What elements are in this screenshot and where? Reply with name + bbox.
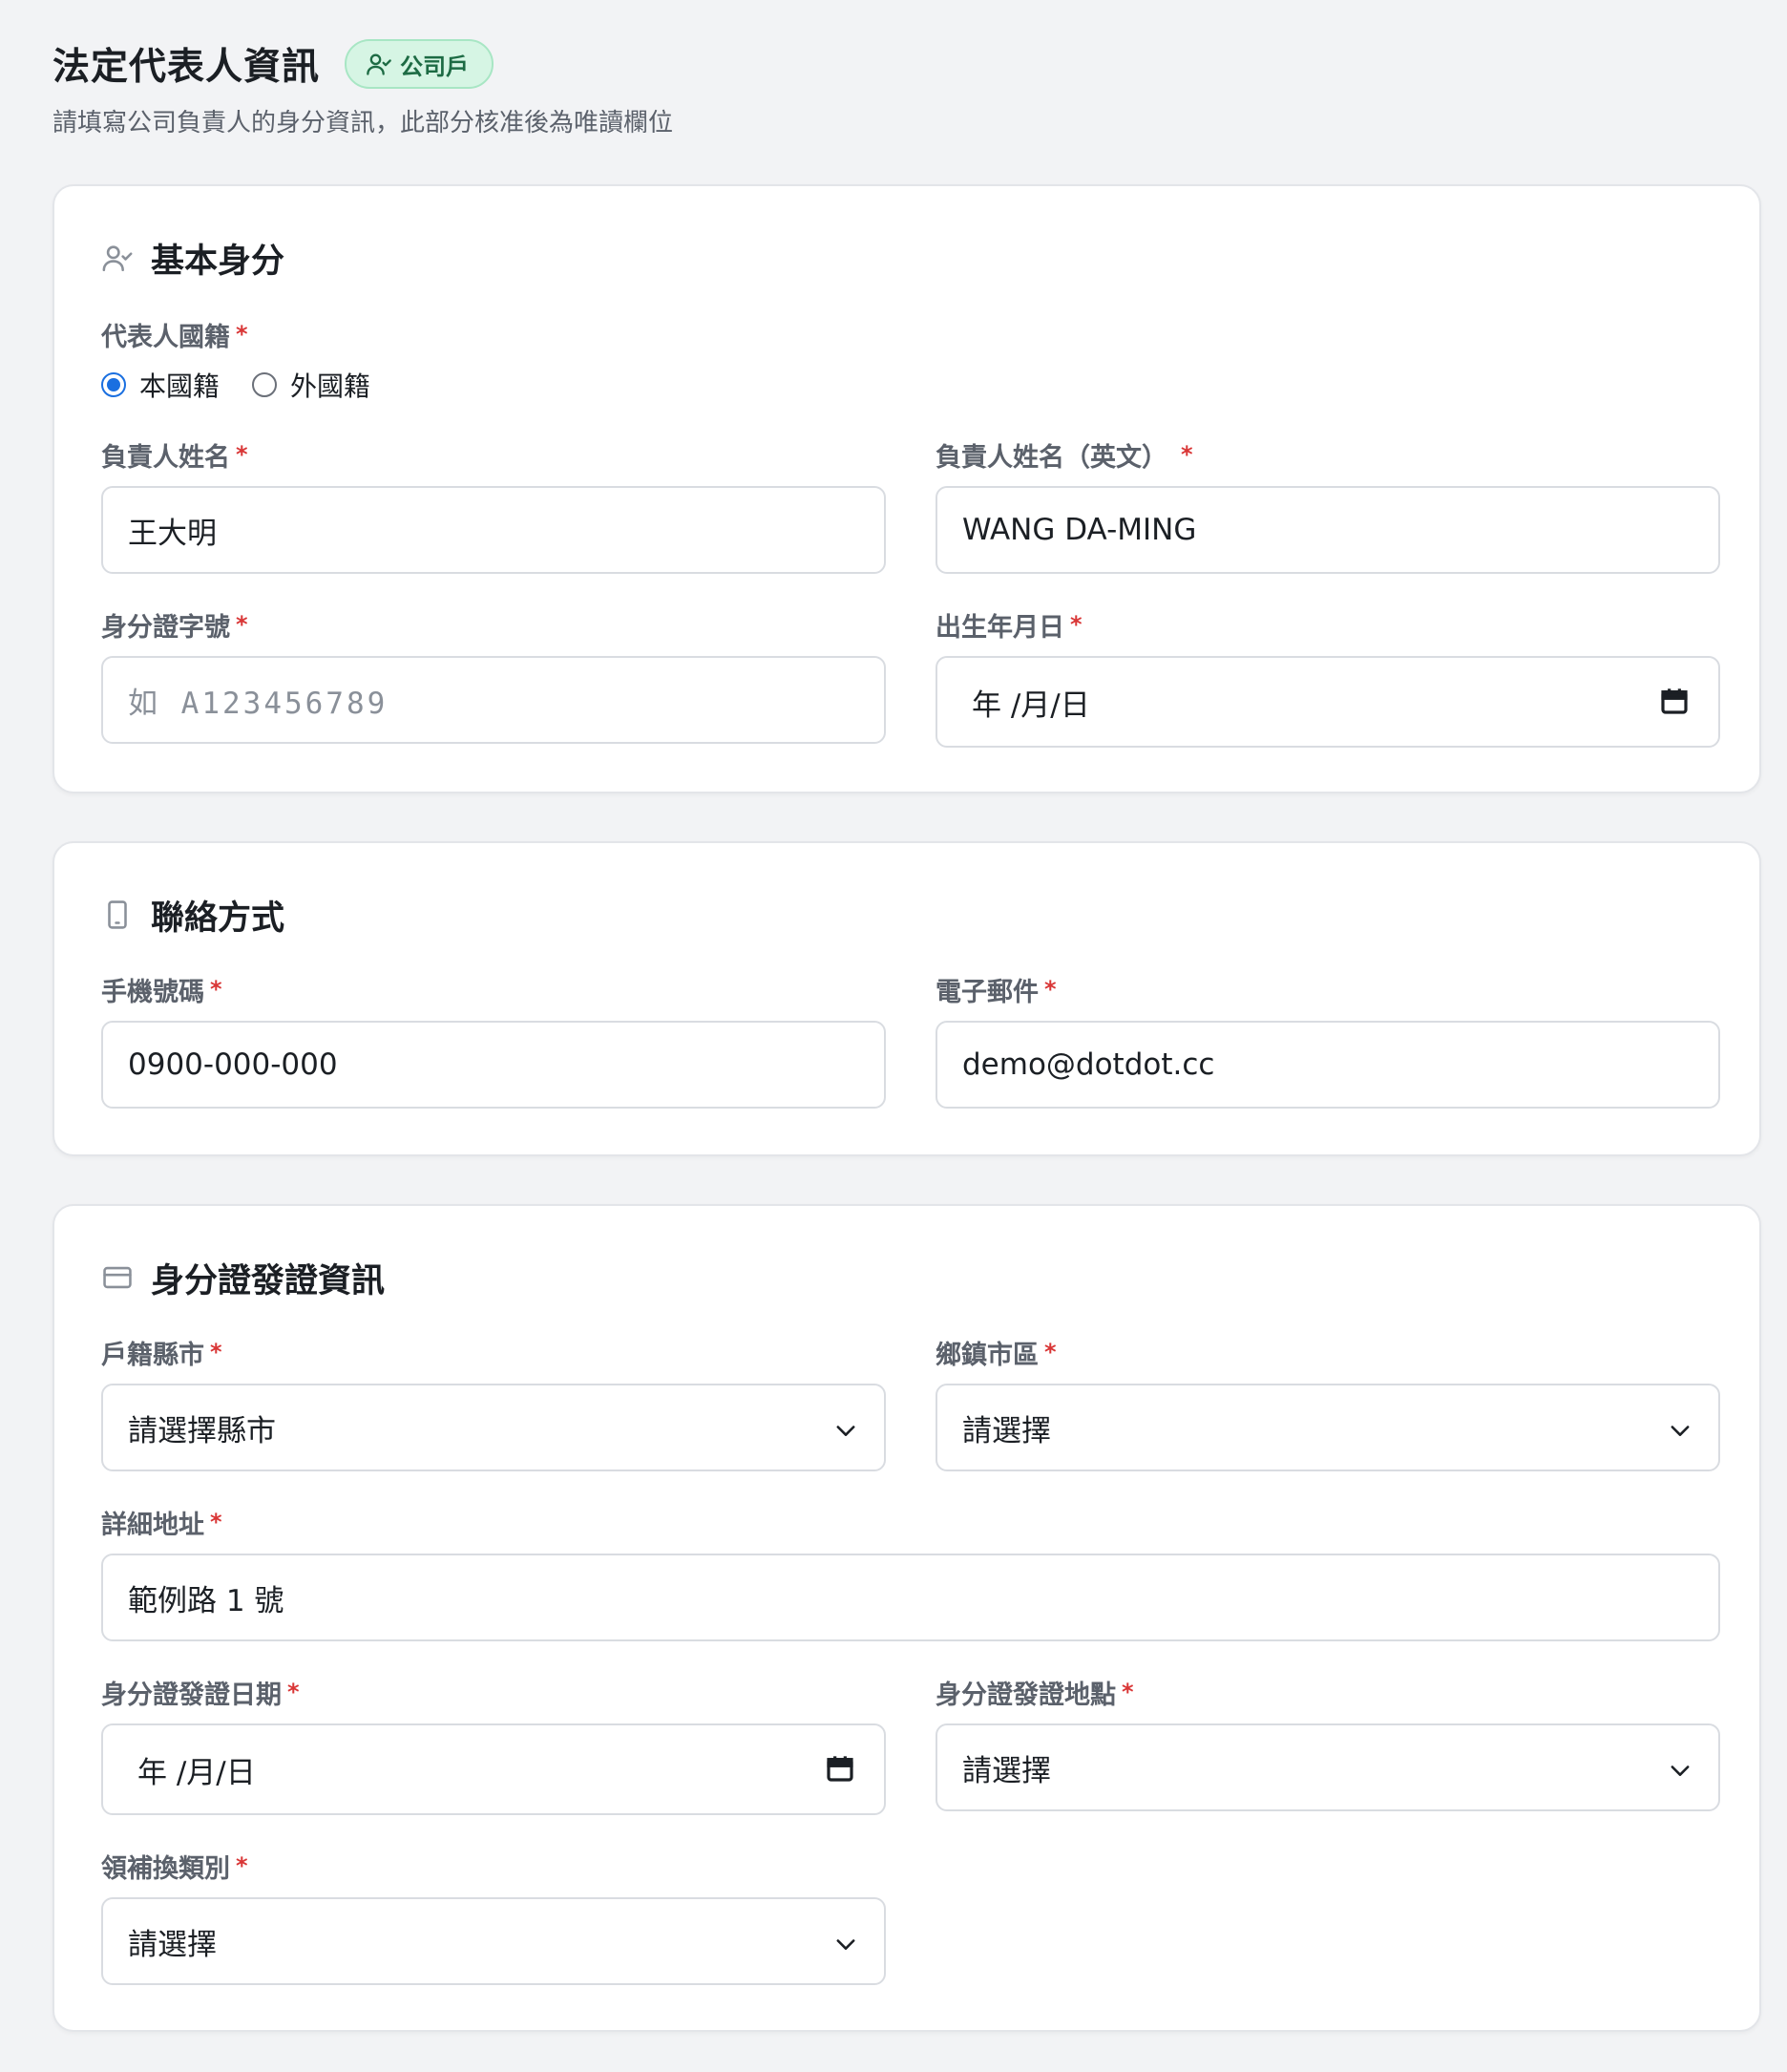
dob-label-text: 出生年月日 [936, 612, 1064, 643]
name-input[interactable]: 王大明 [101, 486, 886, 574]
section-title-text: 身分證發證資訊 [151, 1261, 386, 1300]
name-en-label-text: 負責人姓名（英文） [936, 442, 1167, 473]
dob-label: 出生年月日 * [936, 607, 1720, 643]
district-label: 鄉鎮市區 * [936, 1335, 1720, 1370]
id-number-input[interactable]: 如 A123456789 [101, 656, 886, 744]
required-mark: * [1044, 976, 1057, 1003]
user-check-icon [367, 53, 391, 75]
page-subtitle: 請填寫公司負責人的身分資訊，此部分核准後為唯讀欄位 [53, 109, 674, 137]
issue-date-label: 身分證發證日期 * [101, 1675, 886, 1710]
required-mark: * [1070, 611, 1083, 638]
name-label: 負責人姓名 * [101, 437, 886, 473]
radio-foreign[interactable]: 外國籍 [252, 366, 370, 404]
required-mark: * [236, 611, 248, 638]
issue-date-input[interactable]: 年 /月/日 [101, 1723, 886, 1815]
email-label-text: 電子郵件 [936, 977, 1039, 1007]
district-select[interactable]: 請選擇 [936, 1384, 1720, 1471]
email-input[interactable]: demo@dotdot.cc [936, 1021, 1720, 1109]
account-type-badge: 公司戶 [345, 39, 494, 89]
issue-place-select-value: 請選擇 [962, 1753, 1051, 1788]
reissue-type-select[interactable]: 請選擇 [101, 1897, 886, 1985]
required-mark: * [236, 441, 248, 468]
issue-place-label: 身分證發證地點 * [936, 1675, 1720, 1710]
city-label-text: 戶籍縣市 [101, 1340, 204, 1370]
radio-domestic-button[interactable] [101, 372, 126, 397]
email-label: 電子郵件 * [936, 972, 1720, 1007]
issue-date-label-text: 身分證發證日期 [101, 1680, 282, 1710]
reissue-type-select-value: 請選擇 [128, 1927, 217, 1962]
city-label: 戶籍縣市 * [101, 1335, 886, 1370]
reissue-type-label-text: 領補換類別 [101, 1853, 230, 1884]
nationality-label: 代表人國籍 * [101, 317, 248, 352]
issue-place-select[interactable]: 請選擇 [936, 1723, 1720, 1811]
id-issue-card: 身分證發證資訊 戶籍縣市 * 請選擇縣市 鄉鎮市區 * 請選擇 詳細地址 * 範例路 … [53, 1204, 1761, 2032]
badge-label: 公司戶 [400, 53, 470, 80]
calendar-icon[interactable] [1659, 685, 1690, 717]
id-number-label-text: 身分證字號 [101, 612, 230, 643]
required-mark: * [210, 1339, 222, 1365]
required-mark: * [236, 1852, 248, 1879]
reissue-type-label: 領補換類別 * [101, 1849, 886, 1884]
smartphone-icon [108, 900, 127, 929]
radio-foreign-label: 外國籍 [290, 370, 371, 402]
district-select-value: 請選擇 [962, 1413, 1051, 1448]
name-en-input[interactable]: WANG DA-MING [936, 486, 1720, 574]
user-check-icon [102, 245, 133, 272]
chevron-down-icon [1671, 1765, 1690, 1776]
city-select-value: 請選擇縣市 [128, 1413, 276, 1448]
dob-date-input[interactable]: 年 /月/日 [936, 656, 1720, 748]
required-mark: * [1044, 1339, 1057, 1365]
dob-date-text: 年 /月/日 [972, 687, 1090, 723]
required-mark: * [210, 976, 222, 1003]
required-mark: * [1122, 1679, 1134, 1705]
address-label: 詳細地址 * [101, 1505, 886, 1540]
credit-card-icon [103, 1266, 132, 1289]
name-en-label: 負責人姓名（英文） * [936, 437, 1720, 473]
basic-identity-title: 基本身分 [101, 234, 284, 282]
city-select[interactable]: 請選擇縣市 [101, 1384, 886, 1471]
page-header: 法定代表人資訊 公司戶 請填寫公司負責人的身分資訊，此部分核准後為唯讀欄位 [53, 36, 1752, 138]
required-mark: * [210, 1509, 222, 1535]
issue-place-label-text: 身分證發證地點 [936, 1680, 1116, 1710]
chevron-down-icon [836, 1939, 855, 1950]
title-row: 法定代表人資訊 公司戶 [53, 36, 1752, 92]
chevron-down-icon [836, 1426, 855, 1436]
required-mark: * [236, 321, 248, 348]
nationality-label-text: 代表人國籍 [101, 322, 230, 352]
section-title-text: 基本身分 [151, 242, 285, 281]
required-mark: * [287, 1679, 300, 1705]
issue-date-text: 年 /月/日 [137, 1755, 256, 1790]
radio-domestic[interactable]: 本國籍 [101, 366, 220, 404]
radio-domestic-label: 本國籍 [139, 370, 221, 402]
contact-title: 聯絡方式 [101, 891, 284, 939]
nationality-radio-group: 本國籍 外國籍 [101, 366, 403, 404]
basic-identity-card: 基本身分 代表人國籍 * 本國籍 外國籍 負責人姓名 * 王大明 負責人姓名（英文）… [53, 184, 1761, 793]
calendar-icon[interactable] [825, 1752, 855, 1785]
radio-foreign-button[interactable] [252, 372, 278, 397]
page-title: 法定代表人資訊 [53, 46, 321, 89]
address-label-text: 詳細地址 [101, 1510, 204, 1540]
district-label-text: 鄉鎮市區 [936, 1340, 1039, 1370]
phone-input[interactable]: 0900-000-000 [101, 1021, 886, 1109]
address-input[interactable]: 範例路 1 號 [101, 1554, 1720, 1641]
name-label-text: 負責人姓名 [101, 442, 230, 473]
phone-label-text: 手機號碼 [101, 977, 204, 1007]
phone-label: 手機號碼 * [101, 972, 886, 1007]
section-title-text: 聯絡方式 [151, 899, 285, 938]
id-number-label: 身分證字號 * [101, 607, 886, 643]
id-issue-title: 身分證發證資訊 [101, 1254, 385, 1301]
contact-card: 聯絡方式 手機號碼 * 0900-000-000 電子郵件 * demo@dotdo… [53, 841, 1761, 1156]
chevron-down-icon [1671, 1426, 1690, 1436]
required-mark: * [1181, 441, 1193, 468]
